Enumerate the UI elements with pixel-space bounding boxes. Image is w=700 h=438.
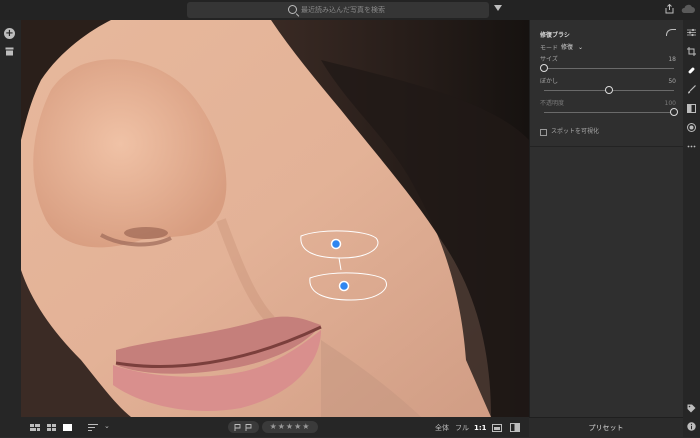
- healing-target-pin[interactable]: [338, 280, 350, 292]
- reset-icon[interactable]: [666, 29, 676, 36]
- star-rating[interactable]: ★★★★★: [262, 421, 318, 433]
- sort-icon[interactable]: [88, 424, 98, 431]
- radial-gradient-icon[interactable]: [687, 123, 696, 132]
- size-value[interactable]: 18: [650, 56, 676, 64]
- filter-icon[interactable]: [494, 5, 502, 11]
- before-after-icon[interactable]: [510, 423, 520, 432]
- library-icon[interactable]: [5, 47, 14, 56]
- opacity-slider-track[interactable]: [544, 112, 674, 113]
- brush-icon[interactable]: [687, 85, 696, 94]
- opacity-label: 不透明度: [540, 100, 565, 107]
- share-icon[interactable]: [665, 4, 674, 14]
- info-icon[interactable]: [687, 422, 696, 431]
- mode-label: モード: [540, 45, 559, 52]
- healing-brush-icon[interactable]: [687, 66, 696, 75]
- zoom-fill-button[interactable]: フル: [455, 424, 469, 432]
- flag-group: [228, 421, 259, 433]
- photo-canvas[interactable]: [21, 20, 529, 417]
- feather-label: ぼかし: [540, 78, 559, 85]
- visualize-spots-checkbox[interactable]: [540, 129, 547, 136]
- opacity-value[interactable]: 100: [650, 100, 676, 108]
- search-field[interactable]: 最近読み込んだ写真を検索: [187, 2, 489, 18]
- add-photo-icon[interactable]: +: [4, 28, 15, 39]
- size-label: サイズ: [540, 56, 558, 63]
- opacity-slider-thumb[interactable]: [670, 108, 678, 116]
- healing-brush-panel: 修復ブラシ モード 修復 ⌄ サイズ 18 ぼかし 50 不透明度 100 スポ…: [529, 20, 684, 417]
- zoom-1to1-button[interactable]: 1:1: [474, 424, 487, 432]
- chevron-down-icon[interactable]: ⌄: [578, 44, 583, 52]
- flag-pick-icon[interactable]: [234, 424, 241, 431]
- healing-source-pin[interactable]: [330, 238, 342, 250]
- fullscreen-icon[interactable]: [492, 424, 502, 432]
- presets-button[interactable]: プリセット: [529, 417, 683, 438]
- cloud-icon[interactable]: [681, 4, 695, 14]
- size-slider-track[interactable]: [544, 68, 674, 69]
- search-placeholder: 最近読み込んだ写真を検索: [301, 6, 385, 14]
- size-slider-thumb[interactable]: [540, 64, 548, 72]
- square-grid-view-icon[interactable]: [30, 424, 40, 431]
- panel-title: 修復ブラシ: [540, 32, 570, 39]
- zoom-fit-button[interactable]: 全体: [435, 424, 449, 432]
- tag-icon[interactable]: [687, 404, 696, 413]
- feather-slider-thumb[interactable]: [605, 86, 613, 94]
- linear-gradient-icon[interactable]: [687, 104, 696, 113]
- grid-view-icon[interactable]: [47, 424, 56, 431]
- panel-divider: [530, 146, 684, 147]
- visualize-spots-label: スポットを可視化: [551, 128, 600, 135]
- feather-value[interactable]: 50: [650, 78, 676, 86]
- flag-reject-icon[interactable]: [245, 424, 252, 431]
- edit-sliders-icon[interactable]: [687, 28, 696, 37]
- search-icon: [288, 5, 297, 14]
- more-icon[interactable]: [687, 142, 696, 151]
- mode-dropdown[interactable]: 修復: [561, 44, 573, 52]
- sort-chevron-down-icon[interactable]: ⌄: [104, 422, 110, 430]
- detail-view-icon[interactable]: [63, 424, 72, 431]
- right-icon-rail: [683, 20, 700, 437]
- crop-icon[interactable]: [687, 47, 696, 56]
- left-rail: [0, 20, 21, 417]
